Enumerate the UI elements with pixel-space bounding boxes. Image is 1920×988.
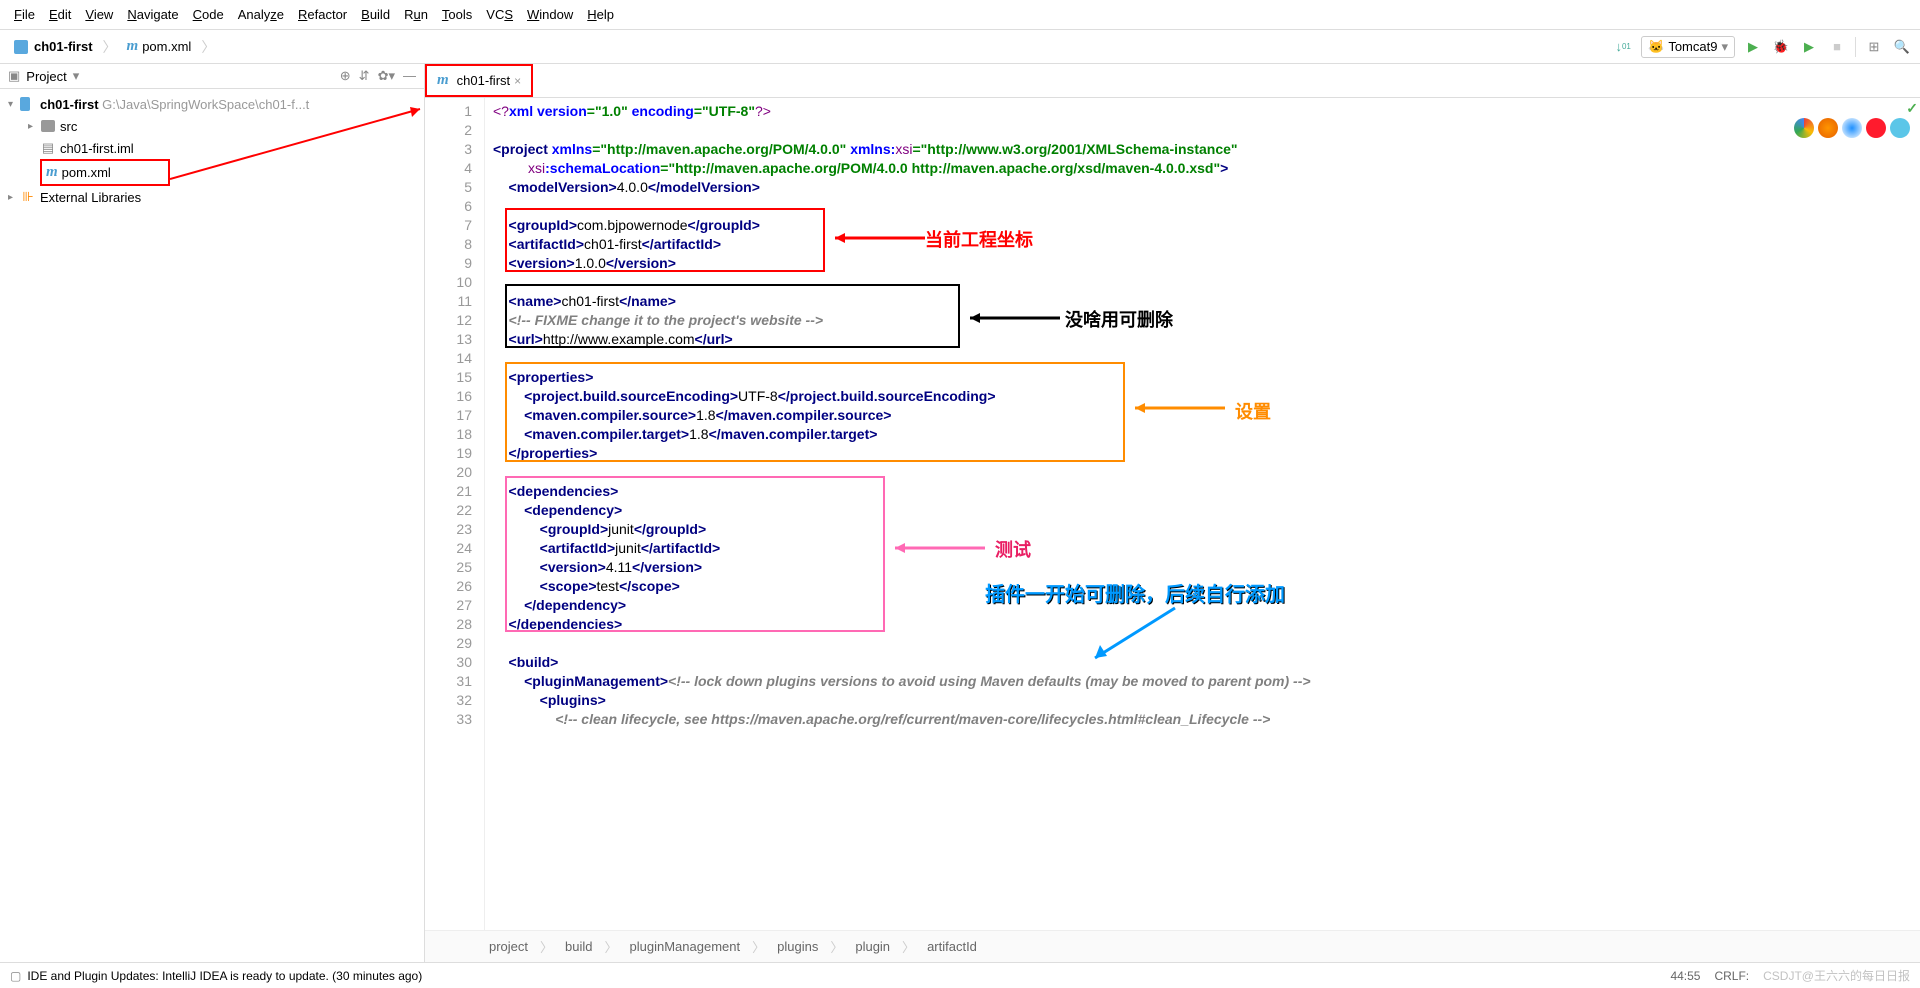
breadcrumb-item[interactable]: plugins [773, 937, 822, 956]
code-editor[interactable]: 1234567891011121314151617181920212223242… [425, 98, 1920, 930]
project-tree-icon: ▣ [8, 68, 20, 84]
chevron-icon: 〉 [101, 37, 119, 57]
libraries-icon: ⊪ [20, 189, 36, 205]
annotation-arrow [960, 308, 1060, 328]
menu-help[interactable]: Help [581, 4, 620, 25]
folder-icon [14, 40, 28, 54]
annotation-arrow [825, 228, 925, 248]
dropdown-icon[interactable]: ▾ [73, 68, 80, 84]
menu-window[interactable]: Window [521, 4, 579, 25]
tree-iml[interactable]: ▤ ch01-first.iml [0, 137, 424, 159]
tomcat-icon: 🐱 [1648, 39, 1664, 55]
project-panel: ▣ Project ▾ ⊕ ⇵ ✿▾ — ▾ ch01-first G:\Jav… [0, 64, 425, 962]
project-path: G:\Java\SpringWorkSpace\ch01-f...t [102, 97, 309, 112]
breadcrumb-item[interactable]: plugin [851, 937, 894, 956]
tree-pom[interactable]: m pom.xml [40, 159, 170, 186]
chevron-down-icon: ▾ [1721, 39, 1728, 55]
check-icon: ✓ [1906, 100, 1918, 117]
navbar: ch01-first 〉 mpom.xml 〉 ↓01 🐱 Tomcat9 ▾ … [0, 30, 1920, 64]
breadcrumb-item[interactable]: build [561, 937, 596, 956]
chrome-icon[interactable] [1794, 118, 1814, 138]
editor-breadcrumb: project〉 build〉 pluginManagement〉 plugin… [425, 930, 1920, 962]
run-button[interactable]: ▶ [1743, 37, 1763, 57]
chevron-right-icon[interactable]: ▸ [8, 192, 20, 203]
tree-external-libraries[interactable]: ▸ ⊪ External Libraries [0, 186, 424, 208]
annotation-label: 插件一开始可删除，后续自行添加 [985, 578, 1285, 607]
maven-icon: m [437, 72, 449, 89]
editor-area: m ch01-first × 1234567891011121314151617… [425, 64, 1920, 962]
hide-icon[interactable]: — [403, 68, 416, 84]
target-icon[interactable]: ⊕ [340, 68, 351, 84]
coverage-button[interactable]: ▶ [1799, 37, 1819, 57]
chevron-icon: 〉 [199, 37, 217, 57]
menu-file[interactable]: FFileile [8, 4, 41, 25]
menu-navigate[interactable]: Navigate [121, 4, 184, 25]
watermark-text: CSDJT@王六六的每日日报 [1763, 967, 1910, 984]
firefox-icon[interactable] [1818, 118, 1838, 138]
annotation-arrow [1085, 603, 1185, 663]
collapse-icon[interactable]: ⇵ [359, 68, 370, 84]
menu-vcs[interactable]: VCS [480, 4, 519, 25]
menu-analyze[interactable]: Analyze [232, 4, 290, 25]
chevron-down-icon[interactable]: ▾ [8, 99, 20, 110]
annotation-arrow [1125, 398, 1225, 418]
menu-tools[interactable]: Tools [436, 4, 478, 25]
project-tree: ▾ ch01-first G:\Java\SpringWorkSpace\ch0… [0, 89, 424, 212]
menubar: FFileile Edit View Navigate Code Analyze… [0, 0, 1920, 30]
cursor-position[interactable]: 44:55 [1670, 969, 1700, 983]
breadcrumb-project[interactable]: ch01-first [8, 37, 99, 56]
menu-build[interactable]: Build [355, 4, 396, 25]
file-icon: ▤ [40, 140, 56, 156]
panel-title: Project [26, 69, 66, 84]
gutter: 1234567891011121314151617181920212223242… [425, 98, 485, 930]
stop-button[interactable]: ■ [1827, 37, 1847, 57]
menu-code[interactable]: Code [187, 4, 230, 25]
gear-icon[interactable]: ✿▾ [378, 68, 395, 84]
tree-src[interactable]: ▸ src [0, 115, 424, 137]
menu-refactor[interactable]: Refactor [292, 4, 353, 25]
menu-view[interactable]: View [79, 4, 119, 25]
line-separator[interactable]: CRLF: [1714, 969, 1749, 983]
statusbar: ▢ IDE and Plugin Updates: IntelliJ IDEA … [0, 962, 1920, 988]
build-icon[interactable]: ↓01 [1613, 37, 1633, 57]
browser-icons [1794, 118, 1910, 138]
menu-edit[interactable]: Edit [43, 4, 77, 25]
ie-icon[interactable] [1890, 118, 1910, 138]
code-content[interactable]: ✓ <?xml version="1.0" encoding="UTF-8"?>… [485, 98, 1920, 930]
status-icon[interactable]: ▢ [10, 969, 21, 983]
annotation-label: 测试 [995, 536, 1031, 562]
search-icon[interactable]: 🔍 [1892, 37, 1912, 57]
status-message: IDE and Plugin Updates: IntelliJ IDEA is… [27, 969, 422, 983]
breadcrumb-file[interactable]: mpom.xml [121, 36, 198, 57]
annotation-label: 没啥用可删除 [1065, 306, 1173, 332]
annotation-arrow [885, 538, 985, 558]
panel-header: ▣ Project ▾ ⊕ ⇵ ✿▾ — [0, 64, 424, 89]
maven-icon: m [46, 164, 58, 181]
debug-button[interactable]: 🐞 [1771, 37, 1791, 57]
menu-run[interactable]: Run [398, 4, 434, 25]
editor-tabs: m ch01-first × [425, 64, 1920, 98]
maven-icon: m [127, 38, 139, 55]
folder-icon [41, 120, 55, 132]
structure-icon[interactable]: ⊞ [1864, 37, 1884, 57]
annotation-label: 当前工程坐标 [925, 226, 1033, 252]
annotation-label: 设置 [1235, 398, 1271, 424]
run-config-dropdown[interactable]: 🐱 Tomcat9 ▾ [1641, 36, 1735, 58]
chevron-right-icon[interactable]: ▸ [28, 121, 40, 132]
tree-root[interactable]: ▾ ch01-first G:\Java\SpringWorkSpace\ch0… [0, 93, 424, 115]
folder-icon [20, 97, 30, 111]
editor-tab[interactable]: m ch01-first × [425, 64, 533, 97]
breadcrumb-item[interactable]: pluginManagement [626, 937, 745, 956]
opera-icon[interactable] [1866, 118, 1886, 138]
safari-icon[interactable] [1842, 118, 1862, 138]
breadcrumb-item[interactable]: artifactId [923, 937, 981, 956]
breadcrumb-item[interactable]: project [485, 937, 532, 956]
close-icon[interactable]: × [514, 74, 521, 88]
